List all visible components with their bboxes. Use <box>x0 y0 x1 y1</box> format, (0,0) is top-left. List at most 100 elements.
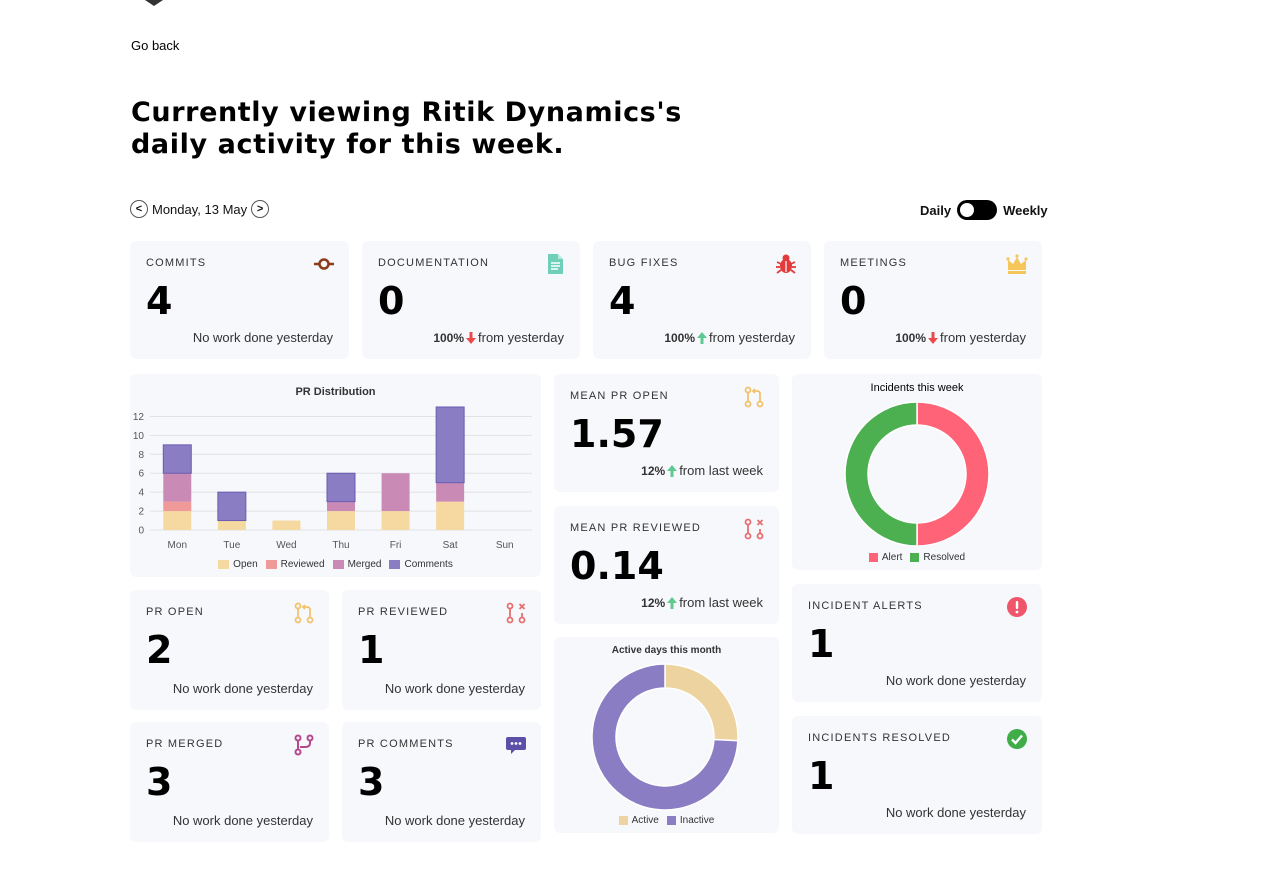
bar-open <box>436 501 465 530</box>
arrow-up-icon <box>667 464 678 477</box>
pr-open-card: PR OPEN 2 No work done yesterday <box>130 590 329 710</box>
documentation-card: DOCUMENTATION 0 100% from yesterday <box>362 241 580 359</box>
bug-fixes-card: BUG FIXES 4 100% from yesterday <box>593 241 811 359</box>
bar-comments <box>217 491 247 522</box>
commits-card: COMMITS 4 No work done yesterday <box>130 241 349 359</box>
legend-swatch-alert <box>868 553 878 562</box>
card-value: 1 <box>808 754 835 798</box>
toggle-label-daily: Daily <box>920 202 952 218</box>
incidents-chart-card: Incidents this week Alert Resolved <box>792 374 1042 570</box>
toggle-label-weekly: Weekly <box>1003 202 1048 218</box>
y-tick-label: 10 <box>133 431 145 442</box>
active-days-donut-chart <box>591 663 739 811</box>
legend-item: Inactive <box>666 815 714 826</box>
chart-legend: Active Inactive <box>554 815 779 826</box>
bar-comments <box>162 444 192 474</box>
incidents-donut-chart <box>844 401 990 547</box>
card-title: MEETINGS <box>840 257 908 269</box>
arrow-up-icon <box>667 596 678 609</box>
legend-swatch-reviewed <box>265 560 277 569</box>
bar-open <box>272 520 301 530</box>
pull-request-icon <box>744 386 764 408</box>
commit-icon <box>314 258 334 270</box>
pr-distribution-chart: 0 2 4 6 8 10 12 Mon Tue Wed Thu Fri Sat Sun <box>133 406 532 551</box>
daily-weekly-switch[interactable] <box>957 200 998 220</box>
card-value: 1.57 <box>570 412 664 456</box>
card-title: PR MERGED <box>146 738 224 750</box>
pr-closed-icon <box>506 602 526 624</box>
legend-swatch-inactive <box>666 816 676 825</box>
view-toggle: Daily Weekly <box>920 200 1048 220</box>
legend-item: Comments <box>389 559 453 570</box>
card-title: MEAN PR OPEN <box>570 390 669 402</box>
x-tick-label: Thu <box>332 540 349 551</box>
pull-request-icon <box>294 602 314 624</box>
bar-merged <box>381 473 410 512</box>
legend-item: Alert <box>868 552 902 563</box>
bar-comments <box>326 472 356 503</box>
comment-icon <box>506 737 526 754</box>
card-note: No work done yesterday <box>172 813 313 828</box>
legend-swatch-active <box>618 816 628 825</box>
y-tick-label: 2 <box>138 507 144 518</box>
mean-pr-reviewed-card: MEAN PR REVIEWED 0.14 12% from last week <box>554 506 779 624</box>
switch-knob <box>960 203 975 217</box>
x-tick-label: Fri <box>390 540 402 551</box>
pr-comments-card: PR COMMENTS 3 No work done yesterday <box>342 722 541 842</box>
card-note: 100% from yesterday <box>664 330 795 345</box>
card-note: No work done yesterday <box>192 330 333 345</box>
legend-item: Open <box>218 559 258 570</box>
x-tick-label: Sat <box>443 540 458 551</box>
prev-day-button[interactable]: < <box>130 200 148 218</box>
pr-reviewed-card: PR REVIEWED 1 No work done yesterday <box>342 590 541 710</box>
bug-icon <box>776 254 796 274</box>
y-tick-label: 12 <box>133 412 145 423</box>
card-value: 1 <box>358 628 385 672</box>
card-title: PR REVIEWED <box>358 606 449 618</box>
card-value: 0.14 <box>570 544 664 588</box>
card-note: No work done yesterday <box>885 673 1026 688</box>
card-note: No work done yesterday <box>172 681 313 696</box>
card-title: BUG FIXES <box>609 257 679 269</box>
x-tick-label: Tue <box>223 540 240 551</box>
card-note: 100% from yesterday <box>895 330 1026 345</box>
alert-icon <box>1007 597 1027 617</box>
pr-distribution-chart-card: PR Distribution 0 2 4 6 8 10 12 Mon Tue Wed Thu Fri… <box>130 374 541 577</box>
card-value: 4 <box>609 279 636 323</box>
y-tick-label: 8 <box>138 450 144 461</box>
slice-active <box>664 663 739 742</box>
pr-closed-icon <box>744 518 764 540</box>
chart-legend: Open Reviewed Merged Comments <box>130 559 541 570</box>
bar-merged <box>327 501 355 512</box>
card-value: 0 <box>378 279 405 323</box>
legend-swatch-open <box>218 560 230 569</box>
card-note: No work done yesterday <box>384 813 525 828</box>
card-title: COMMITS <box>146 257 207 269</box>
check-icon <box>1007 729 1027 749</box>
logo-icon <box>145 0 163 6</box>
arrow-up-icon <box>697 331 708 344</box>
legend-swatch-merged <box>332 560 344 569</box>
next-day-button[interactable]: > <box>251 200 270 218</box>
card-value: 3 <box>358 760 385 804</box>
legend-item: Merged <box>332 559 381 570</box>
y-tick-label: 4 <box>138 488 144 499</box>
card-title: DOCUMENTATION <box>378 257 490 269</box>
card-note: 100% from yesterday <box>433 330 564 345</box>
legend-swatch-resolved <box>910 553 920 562</box>
slice-alert <box>916 401 990 547</box>
bar-reviewed <box>163 501 192 512</box>
card-value: 3 <box>146 760 173 804</box>
page-title: Currently viewing Ritik Dynamics's daily… <box>131 97 682 160</box>
card-title: INCIDENT ALERTS <box>808 600 923 612</box>
card-note: 12% from last week <box>641 463 763 478</box>
bar-comments <box>435 406 465 484</box>
go-back-link[interactable]: Go back <box>131 38 179 53</box>
mean-pr-open-card: MEAN PR OPEN 1.57 12% from last week <box>554 374 779 492</box>
legend-item: Reviewed <box>265 559 325 570</box>
card-title: PR COMMENTS <box>358 738 454 750</box>
card-note: No work done yesterday <box>384 681 525 696</box>
card-value: 4 <box>146 279 173 323</box>
current-date: Monday, 13 May <box>152 201 248 217</box>
card-note: No work done yesterday <box>885 805 1026 820</box>
